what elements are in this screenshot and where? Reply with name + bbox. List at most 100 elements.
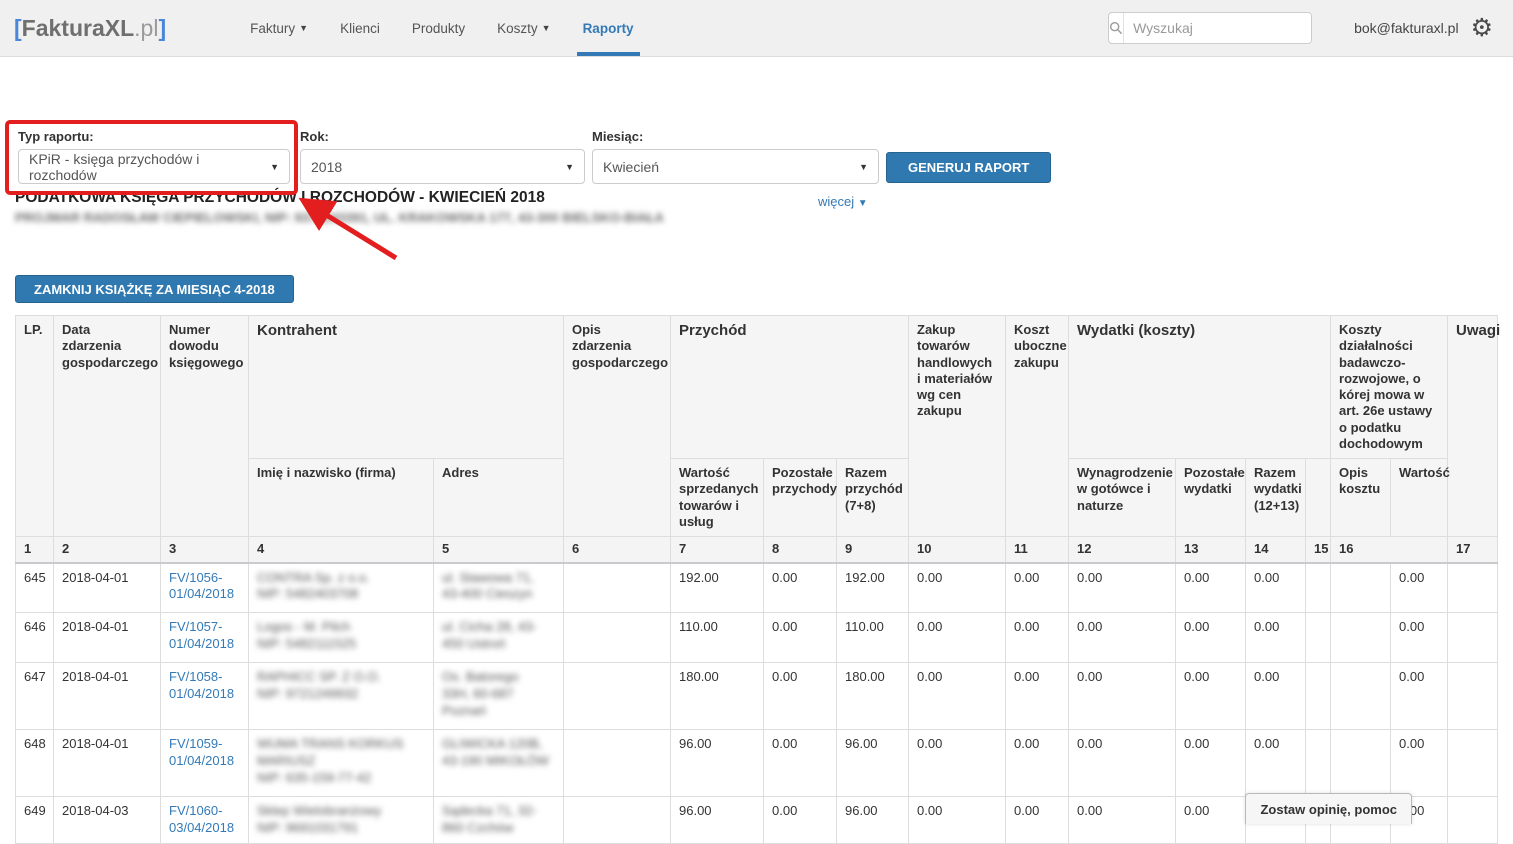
month-label: Miesiąc: xyxy=(592,129,643,144)
cell-expenses-wages: 0.00 xyxy=(1069,730,1176,797)
search-input[interactable] xyxy=(1124,13,1312,43)
column-number: 1 xyxy=(16,537,54,563)
cell-rnd-desc xyxy=(1331,563,1391,613)
gear-icon[interactable]: ⚙ xyxy=(1471,16,1493,41)
nav-item-faktury[interactable]: Faktury ▼ xyxy=(234,0,324,56)
col-header-doc: Numer dowodu księgowego xyxy=(161,316,249,537)
nav-item-label: Raporty xyxy=(583,21,634,36)
cell-side-costs: 0.00 xyxy=(1006,663,1069,730)
nav-item-produkty[interactable]: Produkty xyxy=(396,0,481,56)
cell-desc xyxy=(564,613,671,663)
col-header-income-sales: Wartość sprzedanych towarów i usług xyxy=(671,459,764,537)
column-number: 12 xyxy=(1069,537,1176,563)
col-header-purchase: Zakup towarów handlowych i materiałów wg… xyxy=(909,316,1006,537)
invoice-link[interactable]: FV/1058-01/04/2018 xyxy=(169,669,240,703)
column-number: 6 xyxy=(564,537,671,563)
chevron-down-icon: ▼ xyxy=(858,198,868,209)
select-caret-icon: ▼ xyxy=(565,162,574,172)
col-header-notes: Uwagi xyxy=(1448,316,1498,537)
feedback-button[interactable]: Zostaw opinię, pomoc xyxy=(1245,793,1412,824)
cell-expenses-total: 0.00 xyxy=(1246,613,1306,663)
logo-suffix: .pl xyxy=(134,15,158,41)
cell-expenses-other: 0.00 xyxy=(1176,797,1246,844)
invoice-link[interactable]: FV/1060-03/04/2018 xyxy=(169,803,240,837)
account-email[interactable]: bok@fakturaxl.pl xyxy=(1354,20,1458,36)
cell-income-other: 0.00 xyxy=(764,730,837,797)
year-value: 2018 xyxy=(311,159,342,175)
more-options-link[interactable]: więcej ▼ xyxy=(818,194,868,209)
cell-rnd-desc xyxy=(1331,663,1391,730)
month-value: Kwiecień xyxy=(603,159,659,175)
cell-income-other: 0.00 xyxy=(764,613,837,663)
month-select[interactable]: Kwiecień ▼ xyxy=(592,149,879,184)
cell-lp: 646 xyxy=(16,613,54,663)
cell-contractor: Sklep WielobranżowyNIP: 9691031791 xyxy=(249,797,434,844)
cell-address-blurred-text: Sądecka 71, 32-860 Czchów xyxy=(442,803,555,837)
logo-bracket-open: [ xyxy=(14,15,22,41)
cell-lp: 645 xyxy=(16,563,54,613)
cell-doc[interactable]: FV/1060-03/04/2018 xyxy=(161,797,249,844)
cell-contractor-blurred-text: CONTRA Sp. z o.o.NIP: 5482403708 xyxy=(257,570,425,604)
cell-income-total: 110.00 xyxy=(837,613,909,663)
column-number: 15 xyxy=(1306,537,1331,563)
select-caret-icon: ▼ xyxy=(270,162,279,172)
cell-expenses-total: 0.00 xyxy=(1246,663,1306,730)
cell-doc[interactable]: FV/1058-01/04/2018 xyxy=(161,663,249,730)
cell-income-sales: 110.00 xyxy=(671,613,764,663)
col-header-lp: LP. xyxy=(16,316,54,537)
close-month-button[interactable]: ZAMKNIJ KSIĄŻKĘ ZA MIESIĄC 4-2018 xyxy=(15,275,294,303)
cell-rnd-desc xyxy=(1331,730,1391,797)
cell-rnd-value: 0.00 xyxy=(1391,613,1448,663)
nav-item-raporty[interactable]: Raporty xyxy=(567,0,650,56)
cell-desc xyxy=(564,563,671,613)
cell-notes xyxy=(1448,613,1498,663)
more-label: więcej xyxy=(818,194,854,209)
cell-income-total: 96.00 xyxy=(837,797,909,844)
report-filter-panel: Typ raportu: KPiR - księga przychodów i … xyxy=(0,57,1513,175)
cell-purchase: 0.00 xyxy=(909,563,1006,613)
cell-contractor-blurred-text: RAPHICC SP. Z O.O.NIP: 9721249932 xyxy=(257,669,425,703)
cell-date: 2018-04-01 xyxy=(54,663,161,730)
col-header-contractor-name: Imię i nazwisko (firma) xyxy=(249,459,434,537)
col-header-expenses: Wydatki (koszty) xyxy=(1069,316,1331,459)
report-type-select[interactable]: KPiR - księga przychodów i rozchodów ▼ xyxy=(18,149,290,184)
chevron-down-icon: ▼ xyxy=(542,23,551,33)
cell-desc xyxy=(564,797,671,844)
col-header-expenses-total: Razem wydatki (12+13) xyxy=(1246,459,1306,537)
cell-expenses-other: 0.00 xyxy=(1176,730,1246,797)
column-number: 11 xyxy=(1006,537,1069,563)
nav-item-label: Faktury xyxy=(250,21,295,36)
cell-expenses-total: 0.00 xyxy=(1246,730,1306,797)
invoice-link[interactable]: FV/1059-01/04/2018 xyxy=(169,736,240,770)
logo-bracket-close: ] xyxy=(158,15,166,41)
column-number: 3 xyxy=(161,537,249,563)
cell-date: 2018-04-03 xyxy=(54,797,161,844)
cell-date: 2018-04-01 xyxy=(54,730,161,797)
cell-address-blurred-text: ul. Stawowa 71,43-400 Cieszyn xyxy=(442,570,555,604)
col-header-blank-15 xyxy=(1306,459,1331,537)
cell-doc[interactable]: FV/1056-01/04/2018 xyxy=(161,563,249,613)
column-number: 7 xyxy=(671,537,764,563)
cell-income-other: 0.00 xyxy=(764,563,837,613)
cell-expenses-wages: 0.00 xyxy=(1069,663,1176,730)
invoice-link[interactable]: FV/1056-01/04/2018 xyxy=(169,570,240,604)
cell-expenses-total: 0.00 xyxy=(1246,563,1306,613)
cell-doc[interactable]: FV/1059-01/04/2018 xyxy=(161,730,249,797)
cell-contractor: RAPHICC SP. Z O.O.NIP: 9721249932 xyxy=(249,663,434,730)
invoice-link[interactable]: FV/1057-01/04/2018 xyxy=(169,619,240,653)
cell-notes xyxy=(1448,797,1498,844)
cell-rnd-desc xyxy=(1331,613,1391,663)
cell-expenses-other: 0.00 xyxy=(1176,663,1246,730)
logo-name: FakturaXL xyxy=(22,15,134,41)
app-logo[interactable]: [FakturaXL.pl] xyxy=(14,15,166,42)
column-number: 16 xyxy=(1331,537,1448,563)
cell-income-total: 180.00 xyxy=(837,663,909,730)
year-select[interactable]: 2018 ▼ xyxy=(300,149,585,184)
generate-report-button[interactable]: GENERUJ RAPORT xyxy=(886,152,1051,183)
cell-income-sales: 192.00 xyxy=(671,563,764,613)
nav-item-klienci[interactable]: Klienci xyxy=(324,0,396,56)
cell-contractor-blurred-text: WUMA TRANS KORKUSMARIUSZNIP: 635-159-77-… xyxy=(257,736,425,787)
nav-item-koszty[interactable]: Koszty ▼ xyxy=(481,0,566,56)
cell-doc[interactable]: FV/1057-01/04/2018 xyxy=(161,613,249,663)
col-header-income-other: Pozostałe przychody xyxy=(764,459,837,537)
